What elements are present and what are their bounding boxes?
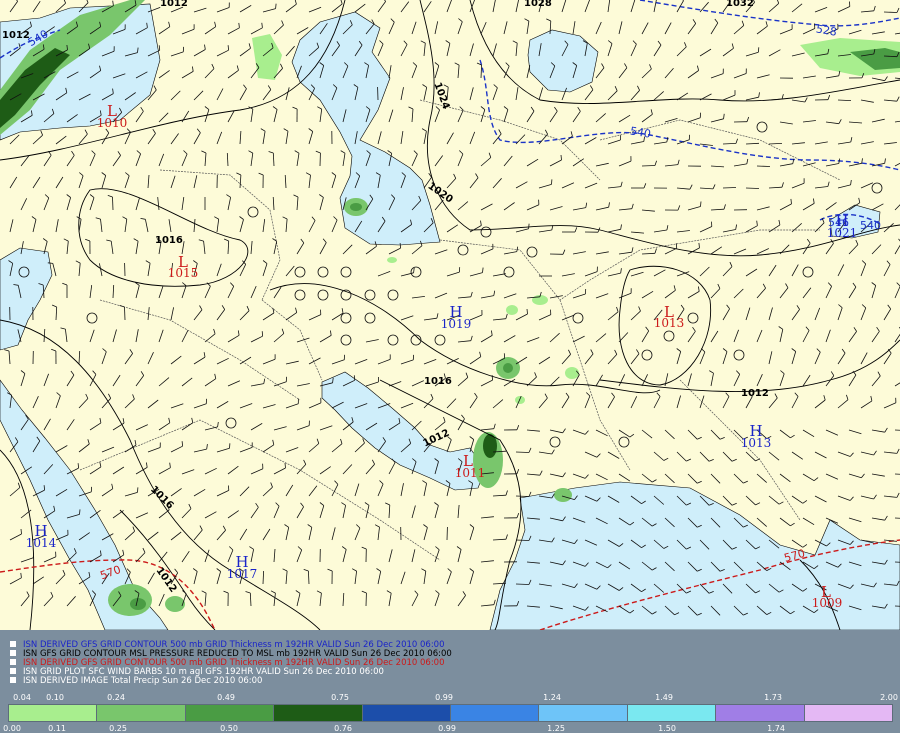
wind-barb	[515, 583, 530, 585]
scale-swatch	[96, 704, 186, 722]
legend-bullet-icon	[10, 668, 16, 674]
legend-bullet-icon	[10, 641, 16, 647]
isobar-label: 1012	[160, 0, 188, 9]
precip-area	[387, 257, 397, 263]
scale-label-bottom: 0.50	[220, 724, 238, 733]
scale-swatch	[450, 704, 540, 722]
scale-swatch	[715, 704, 805, 722]
wind-barb-feather	[491, 375, 493, 381]
precip-area	[350, 203, 362, 211]
wind-barb	[722, 187, 737, 189]
wind-barb-feather	[79, 509, 81, 515]
scale-label-top: 2.00	[880, 693, 898, 702]
precip-area	[554, 488, 572, 502]
scale-label-top: 0.10	[46, 693, 64, 702]
wind-barb	[112, 196, 114, 211]
precip-area	[503, 363, 513, 373]
precip-area	[565, 367, 579, 379]
high-value: 1019	[441, 317, 472, 331]
wind-barb-feather	[560, 154, 562, 161]
scale-label-bottom: 0.00	[3, 724, 21, 733]
thickness-label: 540	[860, 219, 881, 232]
scale-swatch	[8, 704, 98, 722]
scale-swatch	[803, 704, 893, 722]
precip-area	[165, 596, 185, 612]
precip-area	[506, 305, 518, 315]
low-value: 1010	[97, 116, 128, 130]
low-value: 1013	[654, 316, 685, 330]
wind-barb	[745, 187, 760, 189]
legend-text: ISN DERIVED IMAGE Total Precip Sun 26 De…	[23, 676, 263, 686]
scale-label-top: 0.04	[13, 693, 31, 702]
wind-barb-feather	[77, 463, 79, 469]
legend-bullet-icon	[10, 677, 16, 683]
scale-swatch	[273, 704, 363, 722]
scale-swatch	[361, 704, 451, 722]
wind-barb-feather	[399, 243, 401, 249]
scale-swatch	[626, 704, 717, 722]
scale-label-top: 1.73	[764, 693, 782, 702]
wind-barb	[883, 11, 898, 13]
wind-barb-feather	[528, 223, 530, 229]
isobar-label: 1016	[424, 376, 452, 387]
precip-area	[130, 598, 146, 610]
legend-bullet-icon	[10, 650, 16, 656]
legend-line-total-precip: ISN DERIVED IMAGE Total Precip Sun 26 De…	[10, 677, 262, 686]
scale-label-bottom: 0.25	[109, 724, 127, 733]
isobar-label: 1032	[726, 0, 754, 9]
low-value: 1009	[812, 596, 843, 610]
wind-barb	[515, 451, 530, 453]
high-value: 1013	[741, 436, 772, 450]
wind-barb	[641, 165, 656, 167]
scale-label-bottom: 1.50	[658, 724, 676, 733]
high-value: 1017	[227, 567, 258, 581]
isobar-label: 1028	[524, 0, 552, 9]
wind-barb-feather	[284, 463, 286, 469]
scale-label-top: 0.49	[217, 693, 235, 702]
wind-barb-feather	[20, 528, 22, 535]
scale-label-top: 1.24	[543, 693, 561, 702]
wind-barb-feather	[181, 441, 183, 447]
low-value: 1011	[455, 466, 486, 480]
scale-label-top: 0.99	[435, 693, 453, 702]
wind-barb-feather	[43, 485, 45, 491]
scale-swatch	[538, 704, 628, 722]
scale-label-bottom: 1.25	[547, 724, 565, 733]
wind-barb	[515, 495, 530, 497]
scale-label-bottom: 1.74	[767, 724, 785, 733]
high-value: 1014	[26, 536, 57, 550]
isobar-label: 1016	[155, 235, 183, 246]
wind-barb-feather	[700, 201, 702, 207]
high-value: 1021	[827, 226, 858, 240]
wind-barb-feather	[275, 3, 277, 9]
scale-label-bottom: 0.76	[334, 724, 352, 733]
wind-barb	[515, 539, 530, 541]
wind-barb	[756, 165, 771, 167]
scale-label-top: 0.24	[107, 693, 125, 702]
legend-bullet-icon	[10, 659, 16, 665]
wind-barb-feather	[526, 308, 528, 315]
scale-label-bottom: 0.11	[48, 724, 66, 733]
precip-area	[108, 584, 152, 616]
low-value: 1015	[168, 266, 199, 280]
scale-label-top: 0.75	[331, 693, 349, 702]
isobar-label: 1012	[741, 388, 769, 399]
wind-barb-feather	[227, 45, 229, 51]
precip-area	[515, 396, 525, 404]
scale-label-top: 1.49	[655, 693, 673, 702]
scale-label-bottom: 0.99	[438, 724, 456, 733]
wind-barb-feather	[158, 45, 161, 51]
weather-map: 1012 1028 1032 1012 1024 1020 1016 1016 …	[0, 0, 900, 630]
wind-barb	[124, 306, 126, 321]
scale-swatch	[184, 704, 275, 722]
